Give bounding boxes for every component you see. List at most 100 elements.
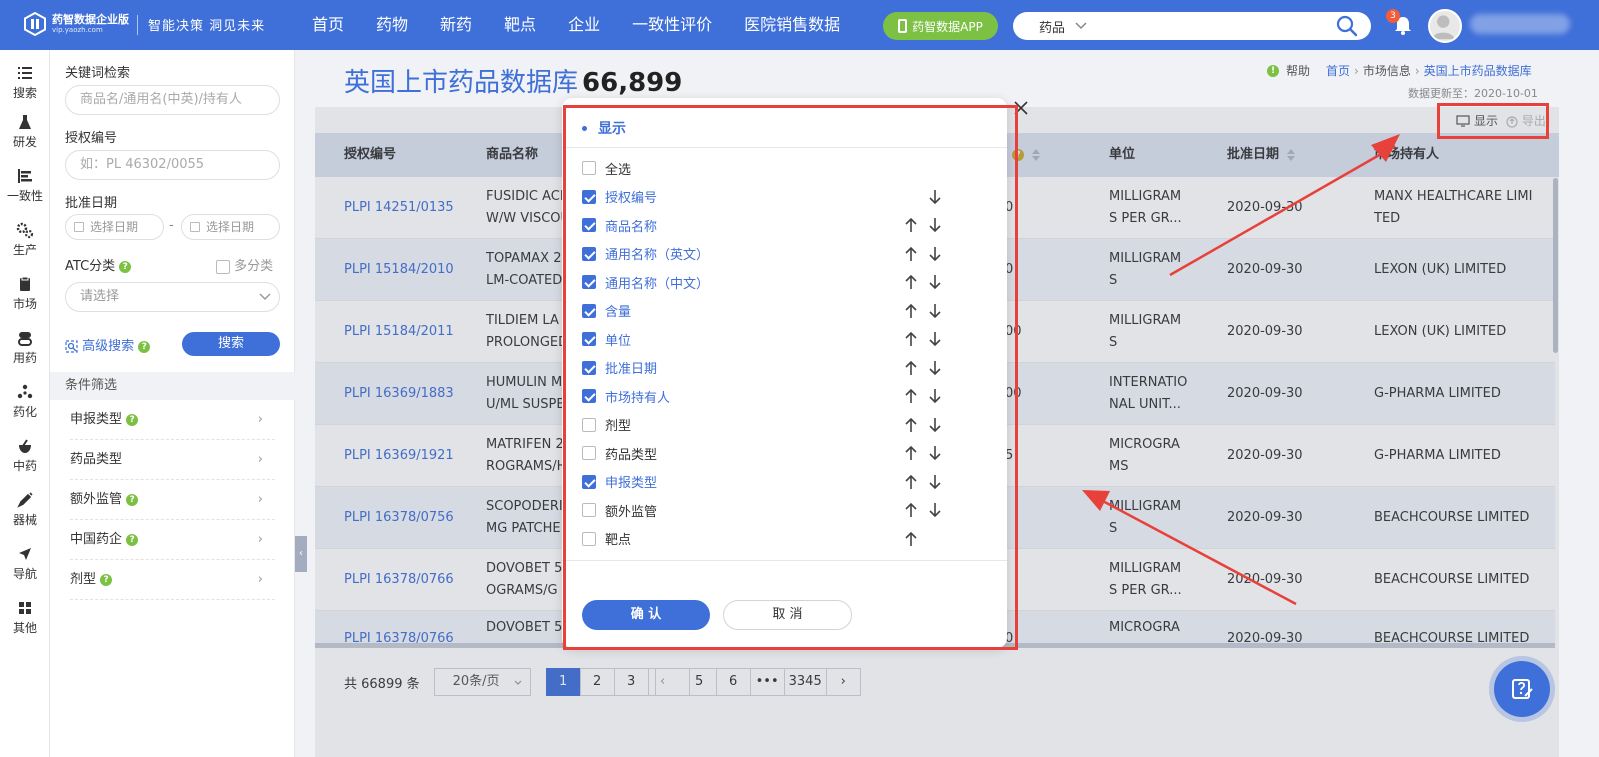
- advanced-search-label: 高级搜索: [82, 339, 135, 354]
- search-button[interactable]: 搜索: [182, 332, 280, 356]
- multi-category-checkbox[interactable]: [216, 259, 230, 274]
- sidebar-item-medication[interactable]: 用药: [0, 321, 50, 375]
- gears-icon: [16, 222, 34, 239]
- chevron-right-icon: ›: [257, 532, 263, 547]
- phone-icon: [898, 19, 908, 33]
- chevron-down-icon: [259, 293, 271, 301]
- feedback-edit-icon: [1512, 679, 1533, 699]
- date-start-field[interactable]: 选择日期: [65, 214, 164, 240]
- sidebar-item-label: 生产: [12, 243, 37, 257]
- atc-select[interactable]: 请选择: [65, 282, 280, 312]
- collapse-sidebar-handle[interactable]: ‹: [295, 536, 307, 572]
- help-icon[interactable]: ?: [119, 260, 132, 273]
- sidebar-item-market[interactable]: 市场: [0, 267, 50, 321]
- nav-new-drugs[interactable]: 新药: [440, 0, 472, 50]
- help-icon[interactable]: ?: [126, 493, 139, 506]
- sidebar-item-tcm[interactable]: 中药: [0, 429, 50, 483]
- navigation-arrow-icon: [19, 548, 31, 560]
- nav-drugs[interactable]: 药物: [376, 0, 408, 50]
- sidebar-item-label: 导航: [12, 567, 37, 581]
- condition-label: 剂型: [70, 572, 97, 587]
- keyword-input[interactable]: 商品名/通用名(中英)/持有人: [65, 85, 280, 115]
- multi-category-toggle[interactable]: 多分类: [216, 255, 273, 274]
- annotation-highlight-display-button: [1437, 103, 1549, 139]
- chevron-right-icon: ›: [257, 452, 263, 467]
- sidebar-item-other[interactable]: 其他: [0, 591, 50, 645]
- avatar[interactable]: [1428, 9, 1462, 43]
- nav-home[interactable]: 首页: [312, 0, 344, 50]
- app-button-label: 药智数据APP: [912, 19, 983, 34]
- logo-divider: [137, 15, 138, 35]
- help-icon[interactable]: ?: [126, 413, 139, 426]
- date-end-placeholder: 选择日期: [206, 220, 255, 234]
- brand-url: vip.yaozh.com: [52, 26, 103, 34]
- condition-dosage-form[interactable]: 剂型 ? ›: [70, 560, 275, 600]
- condition-extra-supervision[interactable]: 额外监管 ? ›: [70, 480, 275, 520]
- date-range-separator: -: [169, 218, 174, 233]
- global-search: 药品: [1013, 12, 1371, 40]
- search-category-select[interactable]: 药品: [1013, 17, 1093, 36]
- notification-badge: 3: [1386, 9, 1400, 23]
- sidebar-item-label: 研发: [12, 135, 37, 149]
- help-feedback-button[interactable]: [1494, 661, 1550, 717]
- chevron-right-icon: ›: [257, 412, 263, 427]
- chevron-right-icon: ›: [257, 572, 263, 587]
- calendar-icon: [190, 222, 200, 232]
- breadcrumb-market-info[interactable]: 市场信息: [1363, 62, 1411, 79]
- date-end-field[interactable]: 选择日期: [181, 214, 280, 240]
- sidebar-item-label: 器械: [12, 513, 37, 527]
- sidebar-item-devices[interactable]: 器械: [0, 483, 50, 537]
- sidebar-item-navigation[interactable]: 导航: [0, 537, 50, 591]
- chevron-down-icon: [1075, 22, 1087, 30]
- list-icon: [18, 67, 32, 79]
- advanced-search-link[interactable]: 高级搜索 ?: [65, 335, 151, 354]
- license-input[interactable]: 如：PL 46302/0055: [65, 150, 280, 180]
- brand-logo[interactable]: 药智数据企业版 vip.yaozh.com: [24, 12, 129, 36]
- user-name-blurred[interactable]: [1470, 14, 1570, 34]
- keyword-label: 关键词检索: [65, 66, 131, 81]
- condition-declare-type[interactable]: 申报类型 ? ›: [70, 400, 275, 440]
- record-count: 66,899: [582, 68, 683, 98]
- sidebar-item-chemistry[interactable]: 药化: [0, 375, 50, 429]
- approval-date-label: 批准日期: [65, 196, 118, 211]
- page-title: 英国上市药品数据库 66,899: [344, 62, 682, 99]
- search-icon[interactable]: [1335, 14, 1359, 38]
- license-label: 授权编号: [65, 131, 118, 146]
- condition-drug-type[interactable]: 药品类型 ›: [70, 440, 275, 480]
- breadcrumb-current[interactable]: 英国上市药品数据库: [1424, 62, 1532, 79]
- molecule-icon: [17, 384, 33, 399]
- sidebar-item-production[interactable]: 生产: [0, 213, 50, 267]
- nav-consistency[interactable]: 一致性评价: [632, 0, 712, 50]
- sidebar-item-label: 药化: [12, 405, 37, 419]
- brand-name: 药智数据企业版: [52, 13, 129, 26]
- breadcrumb-separator: ›: [1414, 63, 1420, 78]
- help-link[interactable]: 帮助: [1286, 62, 1310, 79]
- help-icon[interactable]: ?: [138, 340, 151, 353]
- slogan: 智能决策 洞见未来: [148, 19, 266, 34]
- sidebar-item-research[interactable]: 研发: [0, 105, 50, 159]
- search-category-label: 药品: [1039, 20, 1066, 36]
- nav-companies[interactable]: 企业: [568, 0, 600, 50]
- nav-hospital-sales[interactable]: 医院销售数据: [744, 0, 840, 50]
- help-icon[interactable]: !: [1267, 64, 1279, 77]
- condition-chinese-company[interactable]: 中国药企 ? ›: [70, 520, 275, 560]
- help-icon[interactable]: ?: [126, 533, 139, 546]
- sidebar-item-label: 一致性: [6, 189, 43, 203]
- grid-icon: [19, 602, 31, 614]
- sidebar-item-consistency[interactable]: 一致性: [0, 159, 50, 213]
- page-title-text: 英国上市药品数据库: [344, 68, 579, 98]
- breadcrumb-home[interactable]: 首页: [1326, 62, 1350, 79]
- breadcrumb: ! 帮助 首页 › 市场信息 › 英国上市药品数据库: [1267, 62, 1532, 79]
- sidebar-item-search[interactable]: 搜索: [0, 56, 50, 110]
- search-input[interactable]: [1093, 18, 1335, 34]
- help-icon[interactable]: ?: [100, 573, 113, 586]
- top-bar: 药智数据企业版 vip.yaozh.com 智能决策 洞见未来 首页 药物 新药…: [0, 0, 1599, 50]
- sidebar-item-label: 用药: [12, 351, 37, 365]
- nav-targets[interactable]: 靶点: [504, 0, 536, 50]
- data-update-date: 数据更新至：2020-10-01: [1408, 87, 1538, 100]
- annotation-highlight-dialog: [563, 105, 1018, 650]
- app-download-button[interactable]: 药智数据APP: [883, 12, 998, 40]
- sidebar-item-label: 搜索: [12, 86, 37, 100]
- date-start-placeholder: 选择日期: [90, 220, 139, 234]
- flask-icon: [19, 115, 31, 129]
